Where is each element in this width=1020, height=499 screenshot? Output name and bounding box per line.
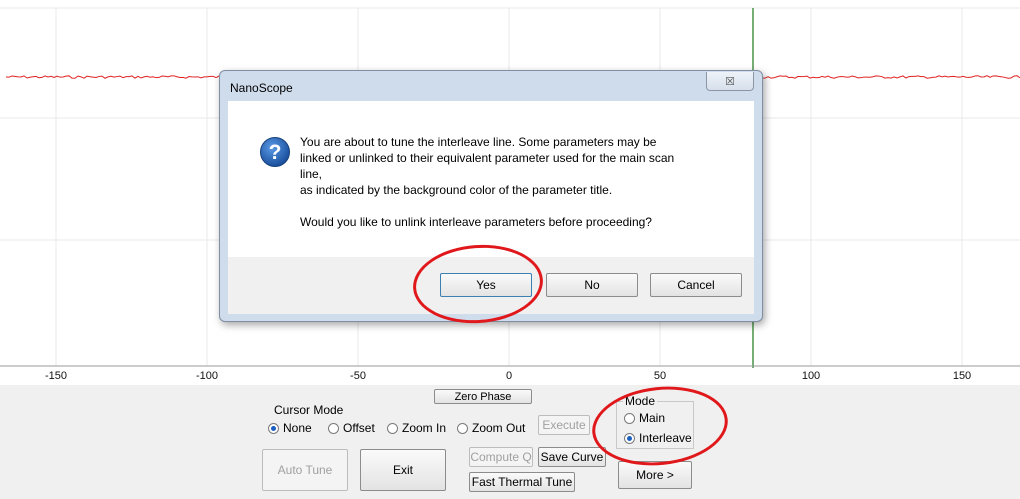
question-icon: ?: [260, 137, 290, 167]
cursor-mode-zoom-out-label: Zoom Out: [472, 421, 526, 435]
x-tick-label: 100: [801, 370, 821, 382]
exit-button[interactable]: Exit: [360, 449, 446, 491]
cursor-mode-zoom-out[interactable]: Zoom Out: [457, 421, 525, 435]
cursor-mode-offset[interactable]: Offset: [328, 421, 375, 435]
zero-phase-button[interactable]: Zero Phase: [434, 389, 532, 404]
dialog-body: ? You are about to tune the interleave l…: [228, 101, 754, 257]
radio-zoom-out[interactable]: [457, 422, 468, 434]
dialog-question: Would you like to unlink interleave para…: [300, 215, 652, 229]
save-curve-button[interactable]: Save Curve: [538, 447, 606, 467]
dialog-message-line-3: line,: [300, 167, 323, 181]
radio-none[interactable]: [268, 422, 279, 434]
x-tick-label: 0: [505, 370, 513, 382]
cursor-mode-none-label: None: [283, 421, 312, 435]
control-panel: Zero Phase Cursor Mode None Offset Zoom …: [0, 385, 1020, 499]
cursor-mode-offset-label: Offset: [343, 421, 375, 435]
x-tick-label: -150: [44, 370, 68, 382]
cursor-mode-zoom-in[interactable]: Zoom In: [387, 421, 446, 435]
x-tick-label: -50: [350, 370, 366, 382]
dialog-message-line-2: linked or unlinked to their equivalent p…: [300, 151, 675, 165]
dialog-close-button[interactable]: ☒: [706, 72, 754, 91]
cursor-mode-title: Cursor Mode: [272, 403, 346, 417]
radio-offset[interactable]: [328, 422, 339, 434]
close-icon: ☒: [725, 75, 735, 88]
fast-thermal-tune-button[interactable]: Fast Thermal Tune: [469, 472, 575, 492]
execute-button[interactable]: Execute: [538, 415, 590, 435]
dialog-message-line-4: as indicated by the background color of …: [300, 183, 613, 197]
no-button[interactable]: No: [546, 273, 638, 297]
compute-q-button[interactable]: Compute Q: [469, 447, 533, 467]
cursor-mode-zoom-in-label: Zoom In: [402, 421, 447, 435]
dialog-title: NanoScope: [230, 81, 293, 95]
svg-text:?: ?: [269, 141, 282, 164]
x-tick-label: 150: [952, 370, 972, 382]
x-tick-label: -100: [195, 370, 219, 382]
auto-tune-button[interactable]: Auto Tune: [262, 449, 348, 491]
x-axis-labels: -150 -100 -50 0 50 100 150: [0, 366, 1020, 386]
cancel-button[interactable]: Cancel: [650, 273, 742, 297]
radio-zoom-in[interactable]: [387, 422, 398, 434]
cursor-mode-none[interactable]: None: [268, 421, 312, 435]
dialog-message-line-1: You are about to tune the interleave lin…: [300, 135, 657, 149]
x-tick-label: 50: [653, 370, 667, 382]
